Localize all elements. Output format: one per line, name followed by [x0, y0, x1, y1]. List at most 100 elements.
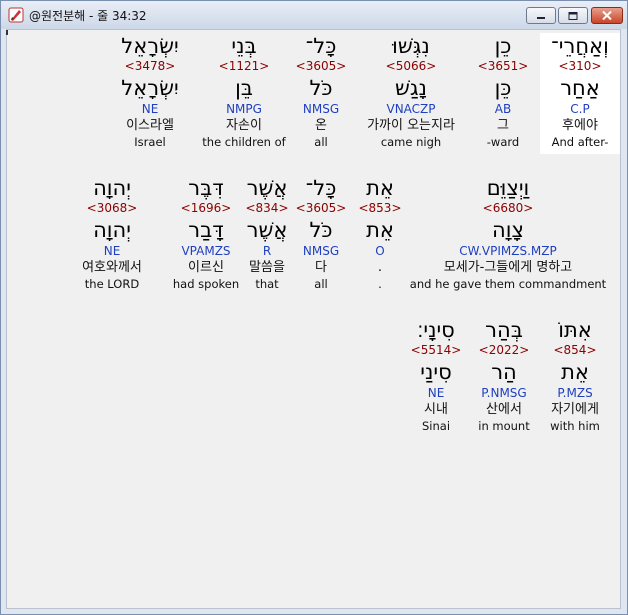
strongs-number[interactable]: <3068>	[57, 201, 167, 216]
title-bar[interactable]: @원전분해 - 줄 34:32	[1, 1, 627, 29]
english-gloss: Israel	[134, 135, 166, 149]
korean-gloss: 그	[497, 118, 509, 133]
word-cell[interactable]: נִגְּשׁוּ <5066> נָגַשׁ VNACZP 가까이 오는지라 came …	[356, 33, 466, 150]
english-gloss: in mount	[478, 419, 530, 433]
hebrew-word: כֵן	[494, 34, 512, 58]
hebrew-lemma: דָּבַר	[188, 218, 224, 242]
morphology-code: VPAMZS	[181, 244, 231, 258]
hebrew-word: וְאַחֲרֵי־	[551, 34, 609, 58]
english-gloss: all	[314, 135, 328, 149]
window-title: @원전분해 - 줄 34:32	[29, 9, 147, 23]
english-gloss: all	[314, 277, 328, 291]
korean-gloss: 후에야	[562, 118, 598, 133]
hebrew-word: סִינָי׃	[417, 318, 455, 342]
maximize-button[interactable]	[558, 7, 588, 24]
window-bottom-edge	[1, 609, 627, 614]
morphology-code: CW.VPIMZS.MZP	[459, 244, 557, 258]
word-cell[interactable]: כָּל־ <3605> כֹּל NMSG 다 all	[291, 175, 351, 292]
hebrew-word: אֵת	[366, 176, 394, 200]
english-gloss: the children of	[202, 135, 286, 149]
strongs-number[interactable]: <3478>	[105, 59, 195, 74]
strongs-number[interactable]: <3605>	[283, 59, 359, 74]
morphology-code: P.MZS	[557, 386, 593, 400]
strongs-number[interactable]: <834>	[237, 201, 297, 216]
hebrew-lemma: אֲשֶׁר	[246, 218, 288, 242]
strongs-number[interactable]: <2022>	[466, 343, 542, 358]
hebrew-word: דִּבֶּר	[188, 176, 224, 200]
english-gloss: came nigh	[380, 135, 442, 149]
english-gloss: the LORD	[84, 277, 140, 291]
hebrew-word: אִתּוֹ	[558, 318, 592, 342]
morphology-code: R	[262, 244, 272, 258]
morphology-code: NMSG	[302, 102, 340, 116]
hebrew-word: יִשְׂרָאֵל	[121, 34, 179, 58]
morphology-code: VNACZP	[386, 102, 436, 116]
word-cell[interactable]: אֲשֶׁר <834> אֲשֶׁר R 말씀을 that	[237, 175, 297, 292]
word-cell[interactable]: סִינָי׃ <5514> סִינַי NE 시내 Sinai	[398, 317, 474, 434]
minimize-button[interactable]	[526, 7, 556, 24]
english-gloss: .	[378, 277, 382, 291]
strongs-number[interactable]: <6680>	[403, 201, 613, 216]
hebrew-lemma: צָוָה	[492, 218, 524, 242]
english-gloss: -ward	[486, 135, 520, 149]
word-cell[interactable]: כֵן <3651> כֵּן AB 그 -ward	[465, 33, 541, 150]
morphology-code: AB	[494, 102, 512, 116]
korean-gloss: 다	[315, 260, 327, 275]
close-button[interactable]	[591, 7, 623, 24]
strongs-number[interactable]: <853>	[355, 201, 405, 216]
korean-gloss: 산에서	[486, 402, 522, 417]
hebrew-lemma: אַחַר	[560, 76, 600, 100]
strongs-number[interactable]: <5514>	[398, 343, 474, 358]
word-cell-selected[interactable]: וְאַחֲרֵי־ <310> אַחַר C.P 후에야 And after-	[540, 33, 620, 154]
strongs-number[interactable]: <310>	[540, 59, 620, 74]
english-gloss: had spoken	[172, 277, 240, 291]
interlinear-pane[interactable]: וְאַחֲרֵי־ <310> אַחַר C.P 후에야 And after- כֵן <…	[6, 29, 621, 609]
app-window: @원전분해 - 줄 34:32 וְאַחֲרֵי־ <310> אַחַר C.P 후…	[0, 0, 628, 615]
morphology-code: NMPG	[226, 102, 262, 116]
korean-gloss: 온	[315, 118, 327, 133]
word-cell[interactable]: יְהוָה <3068> יְהוָה NE 여호와께서 the LORD	[57, 175, 167, 292]
hebrew-word: כָּל־	[305, 34, 337, 58]
hebrew-lemma: אֵת	[366, 218, 394, 242]
morphology-code: NE	[103, 244, 121, 258]
word-cell[interactable]: וַיְצַוֵּם <6680> צָוָה CW.VPIMZS.MZP 모세가-그들…	[403, 175, 613, 292]
hebrew-lemma: הַר	[491, 360, 517, 384]
morphology-code: P.NMSG	[481, 386, 527, 400]
korean-gloss: .	[377, 260, 383, 275]
strongs-number[interactable]: <1696>	[166, 201, 246, 216]
korean-gloss: 여호와께서	[82, 260, 142, 275]
word-cell[interactable]: אִתּוֹ <854> אֵת P.MZS 자기에게 with him	[535, 317, 615, 434]
hebrew-word: בְּנֵי	[231, 34, 257, 58]
strongs-number[interactable]: <854>	[535, 343, 615, 358]
word-cell[interactable]: בְּהַר <2022> הַר P.NMSG 산에서 in mount	[466, 317, 542, 434]
word-cell[interactable]: אֵת <853> אֵת O..	[355, 175, 405, 292]
minimize-icon	[537, 16, 545, 19]
word-cell[interactable]: יִשְׂרָאֵל <3478> יִשְׂרָאֵל NE 이스라엘 Israel	[105, 33, 195, 150]
word-cell[interactable]: כָּל־ <3605> כֹּל NMSG 온 all	[283, 33, 359, 150]
korean-gloss: 자손이	[226, 118, 262, 133]
hebrew-lemma: יְהוָה	[93, 218, 131, 242]
hebrew-lemma: נָגַשׁ	[395, 76, 427, 100]
hebrew-lemma: כֹּל	[309, 218, 333, 242]
word-cell[interactable]: דִּבֶּר <1696> דָּבַר VPAMZS 이르신 had spoken	[166, 175, 246, 292]
window-right-edge	[621, 29, 627, 614]
maximize-icon	[568, 11, 578, 20]
morphology-code: NE	[427, 386, 445, 400]
strongs-number[interactable]: <3651>	[465, 59, 541, 74]
word-cell[interactable]: בְּנֵי <1121> בֵּן NMPG 자손이 the children of	[196, 33, 292, 150]
hebrew-lemma: בֵּן	[235, 76, 253, 100]
hebrew-lemma: אֵת	[561, 360, 589, 384]
strongs-number[interactable]: <1121>	[196, 59, 292, 74]
app-pen-icon	[8, 7, 24, 23]
strongs-number[interactable]: <5066>	[356, 59, 466, 74]
hebrew-word: נִגְּשׁוּ	[392, 34, 430, 58]
korean-gloss: 말씀을	[249, 260, 285, 275]
hebrew-lemma: יִשְׂרָאֵל	[121, 76, 179, 100]
morphology-code: O	[375, 244, 385, 258]
morphology-code: NE	[141, 102, 159, 116]
korean-gloss: 이르신	[188, 260, 224, 275]
verse-marker	[6, 30, 8, 35]
strongs-number[interactable]: <3605>	[291, 201, 351, 216]
close-icon	[602, 11, 612, 20]
hebrew-word: יְהוָה	[93, 176, 131, 200]
